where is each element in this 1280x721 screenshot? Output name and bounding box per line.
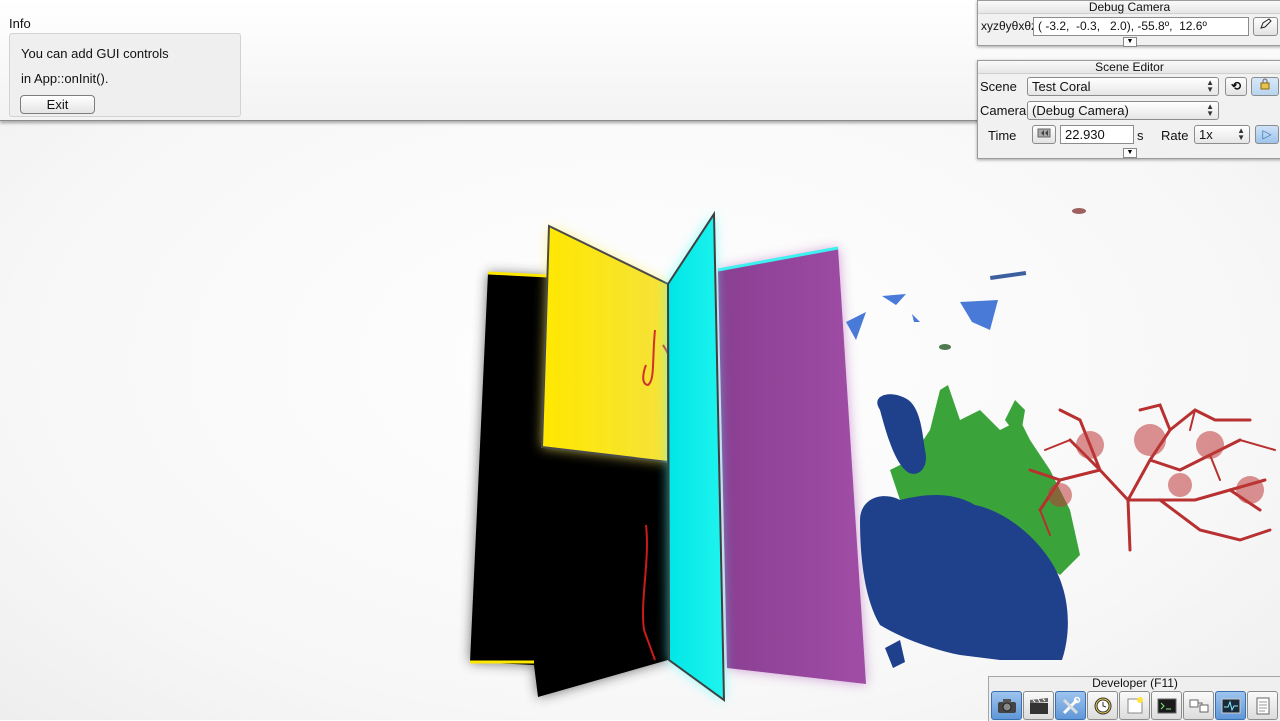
select-arrows-icon: ▲ ▼ bbox=[1206, 102, 1214, 118]
rate-label: Rate bbox=[1161, 128, 1189, 143]
scene-select-value: Test Coral bbox=[1032, 79, 1091, 94]
select-arrows-icon: ▲ ▼ bbox=[1237, 126, 1245, 142]
exit-button[interactable]: Exit bbox=[20, 95, 95, 114]
graphics-stats-button[interactable] bbox=[1215, 691, 1246, 720]
time-reset-button[interactable] bbox=[1032, 125, 1056, 144]
scene-editor-tool-button[interactable] bbox=[1055, 691, 1086, 720]
debug-camera-title[interactable]: Debug Camera bbox=[978, 1, 1280, 14]
info-window-title: Info bbox=[9, 16, 31, 31]
scene-editor-window: Scene Editor Scene Test Coral ▲ ▼ ⟲ Camer… bbox=[977, 60, 1280, 159]
scene-select[interactable]: Test Coral ▲ ▼ bbox=[1027, 77, 1219, 96]
new-window-button[interactable] bbox=[1119, 691, 1150, 720]
play-button[interactable]: ▷ bbox=[1255, 125, 1279, 144]
scene-graph-icon bbox=[1189, 699, 1208, 712]
yellow-panel bbox=[540, 224, 669, 464]
debug-camera-window: Debug Camera xyzθyθxθz ( -3.2, -0.3, 2.0… bbox=[977, 0, 1280, 47]
rate-select-value: 1x bbox=[1199, 127, 1213, 142]
select-arrows-icon: ▲ ▼ bbox=[1206, 78, 1214, 94]
debug-camera-collapse-icon[interactable]: ▼ bbox=[1123, 37, 1137, 47]
film-rewind-icon bbox=[1037, 128, 1051, 138]
scene-editor-title[interactable]: Scene Editor bbox=[978, 61, 1280, 74]
reload-scene-button[interactable]: ⟲ bbox=[1225, 77, 1247, 96]
camera-icon bbox=[997, 698, 1016, 713]
3d-viewport[interactable] bbox=[0, 122, 1280, 720]
console-button[interactable] bbox=[1151, 691, 1182, 720]
profiler-graph-icon bbox=[1221, 698, 1240, 713]
copy-frame-button[interactable] bbox=[1253, 17, 1278, 36]
floating-coral-fragments bbox=[846, 208, 1086, 350]
developer-title[interactable]: Developer (F11) bbox=[989, 677, 1280, 689]
log-document-icon bbox=[1256, 697, 1269, 714]
new-window-icon bbox=[1127, 696, 1143, 713]
time-label: Time bbox=[988, 128, 1017, 143]
rate-select[interactable]: 1x ▲ ▼ bbox=[1194, 125, 1250, 144]
camera-label: Camera bbox=[980, 103, 1027, 118]
video-record-button[interactable] bbox=[1023, 691, 1054, 720]
profiler-timer-button[interactable] bbox=[1087, 691, 1118, 720]
magenta-panel bbox=[718, 248, 866, 684]
scene-label: Scene bbox=[980, 79, 1017, 94]
developer-window: Developer (F11) bbox=[988, 676, 1280, 721]
scene-graph-button[interactable] bbox=[1183, 691, 1214, 720]
time-unit: s bbox=[1137, 128, 1144, 143]
pencil-icon bbox=[1259, 18, 1272, 29]
lock-icon bbox=[1260, 78, 1270, 90]
reload-icon: ⟲ bbox=[1230, 79, 1242, 93]
camera-select[interactable]: (Debug Camera) ▲ ▼ bbox=[1027, 101, 1219, 120]
camera-frame-field[interactable]: ( -3.2, -0.3, 2.0), -55.8º, 12.6º bbox=[1033, 17, 1249, 36]
coord-label: xyzθyθxθz bbox=[981, 19, 1038, 33]
coral-scene-render bbox=[470, 208, 1276, 702]
clock-icon bbox=[1094, 697, 1111, 714]
log-button[interactable] bbox=[1247, 691, 1278, 720]
lock-button[interactable] bbox=[1251, 77, 1279, 96]
info-window: You can add GUI controls in App::onInit(… bbox=[9, 33, 241, 117]
cyan-panel bbox=[666, 210, 726, 702]
scene-editor-collapse-icon[interactable]: ▼ bbox=[1123, 148, 1137, 158]
info-line-2: in App::onInit(). bbox=[21, 71, 109, 86]
time-field[interactable]: 22.930 bbox=[1060, 125, 1134, 144]
wrench-screwdriver-icon bbox=[1062, 696, 1080, 714]
play-icon: ▷ bbox=[1262, 127, 1272, 141]
info-line-1: You can add GUI controls bbox=[21, 46, 169, 61]
camera-select-value: (Debug Camera) bbox=[1032, 103, 1129, 118]
film-clapper-icon bbox=[1029, 697, 1048, 714]
terminal-icon bbox=[1157, 698, 1176, 713]
camera-tool-button[interactable] bbox=[991, 691, 1022, 720]
